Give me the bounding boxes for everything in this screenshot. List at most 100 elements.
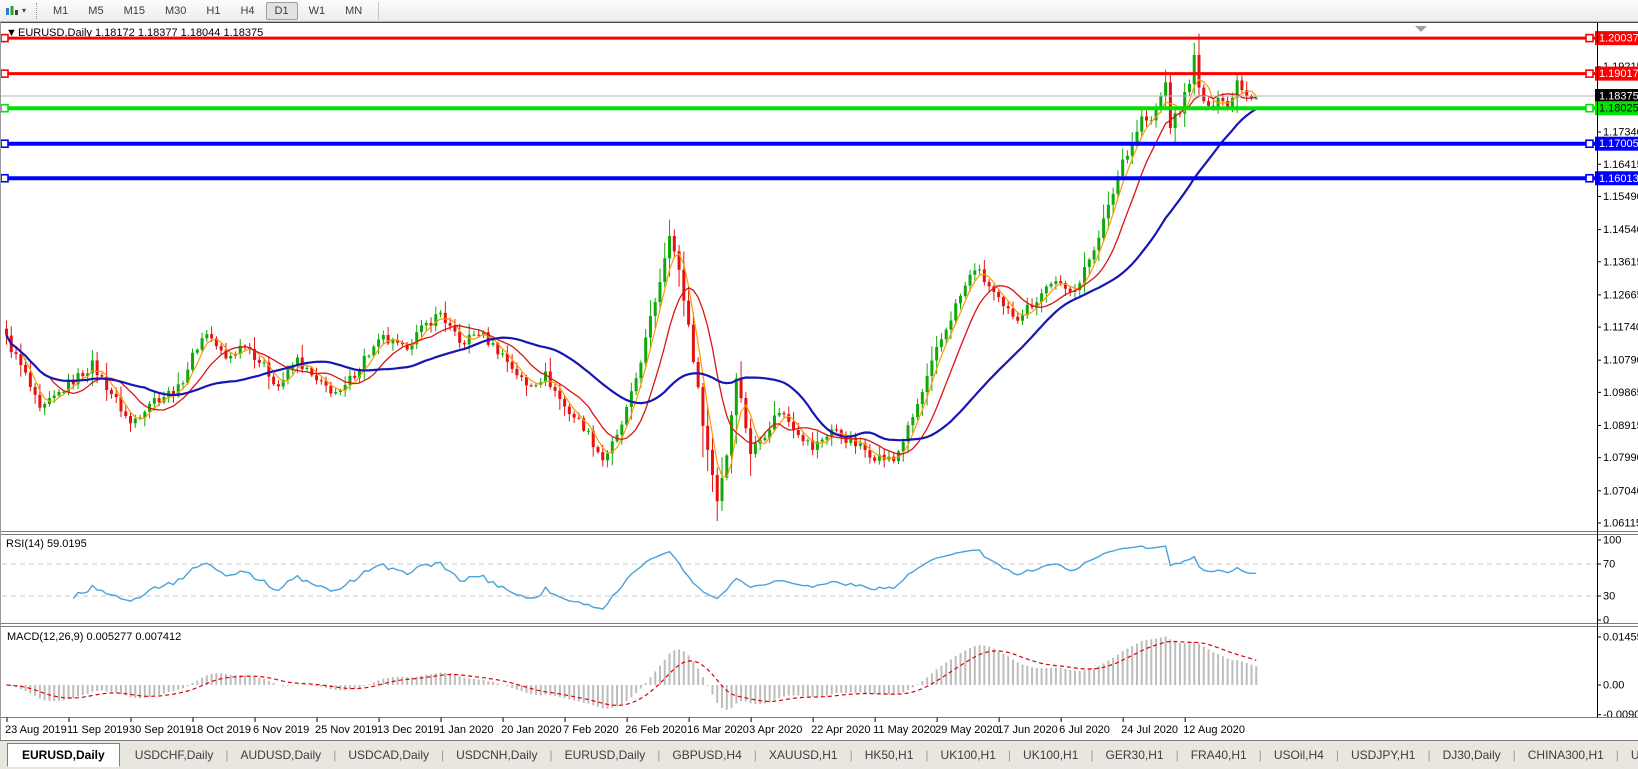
current-price-label-text: 1.18375	[1599, 91, 1638, 103]
candle-body	[420, 325, 423, 332]
hline-handle[interactable]	[1586, 175, 1593, 182]
candle-body	[697, 362, 700, 387]
chart-tab-audusd-daily[interactable]: AUDUSD,Daily	[230, 744, 333, 766]
timeframe-button-h1[interactable]: H1	[197, 2, 229, 20]
candle-body	[596, 447, 599, 452]
candle-body	[644, 337, 647, 362]
date-label: 26 Feb 2020	[625, 724, 687, 736]
hline-handle[interactable]	[1, 35, 8, 42]
candle-body	[625, 407, 628, 425]
chart-tab-usoil-h1[interactable]: USOil,H1	[1620, 744, 1638, 766]
hline-handle[interactable]	[1586, 35, 1593, 42]
chart-type-icon[interactable]	[3, 3, 21, 19]
chart-type-dropdown-icon[interactable]: ▾	[22, 6, 26, 15]
hline-price-label-text: 1.20037	[1599, 33, 1638, 45]
toolbar-grip[interactable]	[36, 3, 37, 19]
hline-1.17005[interactable]	[0, 140, 1597, 147]
macd-tick-label: 0.014556	[1603, 631, 1638, 643]
hline-handle[interactable]	[1586, 105, 1593, 112]
timeframe-button-m30[interactable]: M30	[156, 2, 195, 20]
timeframe-button-m1[interactable]: M1	[44, 2, 77, 20]
price-tick-label: 1.07990	[1603, 452, 1638, 464]
candle-body	[24, 365, 27, 373]
candle-body	[806, 440, 809, 441]
candle-body	[1007, 306, 1010, 308]
candle-body	[1102, 218, 1105, 237]
chart-tab-usdjpy-h1[interactable]: USDJPY,H1	[1340, 744, 1426, 766]
date-label: 24 Jul 2020	[1121, 724, 1178, 736]
hline-1.18025[interactable]	[0, 105, 1597, 112]
candle-body	[949, 320, 952, 329]
hline-1.19017[interactable]	[0, 70, 1597, 77]
chart-tab-ger30-h1[interactable]: GER30,H1	[1095, 744, 1175, 766]
chart-tab-china300-h1[interactable]: CHINA300,H1	[1517, 744, 1615, 766]
chart-tab-bar: EURUSD,DailyUSDCHF,Daily|AUDUSD,Daily|US…	[0, 740, 1638, 769]
candle-body	[711, 450, 714, 475]
chart-tab-eurusd-daily[interactable]: EURUSD,Daily	[7, 743, 120, 767]
chart-tab-uk100-h1[interactable]: UK100,H1	[1012, 744, 1089, 766]
candle-body	[1011, 308, 1014, 316]
hline-handle[interactable]	[1586, 70, 1593, 77]
candle-body	[229, 356, 232, 358]
candle-body	[1221, 98, 1224, 101]
candle-body	[129, 416, 132, 423]
timeframe-button-h4[interactable]: H4	[231, 2, 263, 20]
candle-body	[477, 335, 480, 336]
chart-tab-usdcad-daily[interactable]: USDCAD,Daily	[337, 744, 440, 766]
candle-body	[997, 292, 1000, 297]
chart-tab-gbpusd-h4[interactable]: GBPUSD,H4	[661, 744, 752, 766]
chart-tab-usoil-h4[interactable]: USOil,H4	[1263, 744, 1335, 766]
rsi-tick-label: 30	[1603, 591, 1615, 603]
price-chart-canvas[interactable]: 1.192151.182651.173401.164151.154901.145…	[0, 22, 1638, 740]
hline-handle[interactable]	[1, 105, 8, 112]
hline-1.20037[interactable]	[0, 35, 1597, 42]
chart-tab-usdcnh-daily[interactable]: USDCNH,Daily	[445, 744, 548, 766]
chart-tabs: EURUSD,DailyUSDCHF,Daily|AUDUSD,Daily|US…	[0, 741, 1638, 769]
hline-handle[interactable]	[1, 140, 8, 147]
candle-body	[911, 417, 914, 425]
candle-body	[1140, 116, 1143, 131]
candle-body	[1135, 132, 1138, 143]
timeframe-button-m15[interactable]: M15	[115, 2, 154, 20]
hline-price-label: 1.18025	[1595, 101, 1638, 115]
chart-tab-eurusd-daily[interactable]: EURUSD,Daily	[554, 744, 657, 766]
chart-tab-dj30-daily[interactable]: DJ30,Daily	[1432, 744, 1512, 766]
candle-body	[687, 301, 690, 325]
hline-handle[interactable]	[1, 70, 8, 77]
hline-handle[interactable]	[1, 175, 8, 182]
candle-body	[191, 353, 194, 370]
chart-tab-usdchf-daily[interactable]: USDCHF,Daily	[124, 744, 225, 766]
hline-price-label-text: 1.16013	[1599, 173, 1638, 185]
candle-body	[19, 354, 22, 365]
chart-tab-uk100-h1[interactable]: UK100,H1	[930, 744, 1007, 766]
candle-body	[1107, 205, 1110, 219]
candle-body	[57, 392, 60, 396]
candle-body	[639, 363, 642, 378]
chart-tab-hk50-h1[interactable]: HK50,H1	[854, 744, 925, 766]
candle-body	[573, 414, 576, 418]
date-label: 12 Aug 2020	[1183, 724, 1245, 736]
candle-body	[272, 377, 275, 385]
timeframe-button-mn[interactable]: MN	[336, 2, 371, 20]
candle-body	[100, 375, 103, 376]
chart-shift-marker-icon[interactable]	[1415, 26, 1427, 32]
hline-handle[interactable]	[1586, 140, 1593, 147]
candle-body	[134, 419, 137, 424]
timeframe-button-d1[interactable]: D1	[266, 2, 298, 20]
candle-body	[988, 282, 991, 286]
candle-body	[773, 415, 776, 429]
candle-body	[353, 376, 356, 378]
hline-1.16013[interactable]	[0, 175, 1597, 182]
candle-body	[434, 314, 437, 326]
toolbar-separator	[378, 2, 379, 20]
chart-tab-fra40-h1[interactable]: FRA40,H1	[1180, 744, 1258, 766]
chart-tab-xauusd-h1[interactable]: XAUUSD,H1	[758, 744, 849, 766]
candle-body	[439, 313, 442, 314]
candle-body	[315, 375, 318, 380]
timeframe-button-w1[interactable]: W1	[300, 2, 335, 20]
rsi-line	[73, 546, 1256, 609]
timeframe-button-m5[interactable]: M5	[79, 2, 112, 20]
candle-body	[205, 334, 208, 338]
candle-body	[940, 339, 943, 347]
macd-tick-label: 0.00	[1603, 680, 1624, 692]
